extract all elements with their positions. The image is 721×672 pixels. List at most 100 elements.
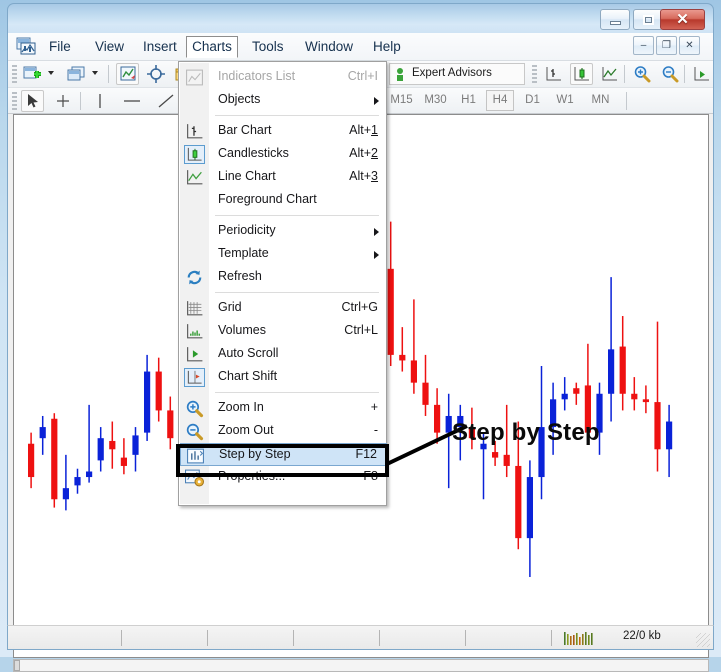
profiles-icon <box>67 65 86 83</box>
traffic-label: 22/0 kb <box>623 630 661 642</box>
line-chart-icon <box>184 168 205 187</box>
network-traffic-icon[interactable] <box>564 632 594 645</box>
menu-item-volumes[interactable]: VolumesCtrl+L <box>180 320 387 343</box>
timeframe-m30[interactable]: M30 <box>420 90 451 111</box>
mdi-close-button[interactable]: ✕ <box>679 36 700 55</box>
zoom-out-icon <box>661 65 679 83</box>
menu-item-periodicity[interactable]: Periodicity <box>180 220 387 243</box>
timeframe-w1[interactable]: W1 <box>552 90 578 111</box>
line-chart-button[interactable] <box>598 63 621 85</box>
menu-item-properties[interactable]: Properties...F8 <box>180 466 387 489</box>
menu-item-bar-chart[interactable]: Bar Chart Alt+1 <box>180 120 387 143</box>
mdi-minimize-button[interactable]: – <box>633 36 654 55</box>
menu-window[interactable]: Window <box>298 36 360 58</box>
bar-chart-button[interactable] <box>542 63 565 85</box>
menu-item-label: Template <box>218 246 269 260</box>
cursor-tool-button[interactable] <box>21 90 44 112</box>
menu-item-label: Bar Chart <box>218 123 272 137</box>
menu-item-label: Auto Scroll <box>218 346 278 360</box>
menu-tools[interactable]: Tools <box>245 36 291 58</box>
zoom-in-icon <box>184 399 205 418</box>
submenu-arrow-icon <box>374 251 379 259</box>
annotation-label: Step by Step <box>452 419 600 447</box>
menu-item-label: Zoom Out <box>218 423 274 437</box>
market-watch-button[interactable] <box>116 63 139 85</box>
application-window: ✕ File View Insert Charts Tools Window H… <box>0 0 721 657</box>
metatrader-app-icon <box>16 37 37 56</box>
new-chart-button[interactable] <box>21 63 44 85</box>
menu-charts[interactable]: Charts <box>186 36 238 58</box>
candlesticks-icon <box>184 145 205 164</box>
vertical-line-tool-button[interactable] <box>88 90 111 112</box>
charts-dropdown-menu: Indicators ListCtrl+IObjectsBar ChartAlt… <box>178 61 387 506</box>
auto-scroll-icon <box>693 66 711 82</box>
toolbar-grip-3[interactable] <box>12 92 17 111</box>
indicators-list-icon <box>184 68 205 87</box>
profiles-dropdown-arrow[interactable] <box>92 71 98 75</box>
new-chart-dropdown-arrow[interactable] <box>48 71 54 75</box>
profiles-button[interactable] <box>65 63 88 85</box>
horizontal-line-icon <box>121 92 143 110</box>
auto-scroll-button[interactable] <box>690 63 713 85</box>
menu-item-auto-scroll[interactable]: Auto Scroll <box>180 343 387 366</box>
horizontal-line-tool-button[interactable] <box>120 90 143 112</box>
window-minimize-button[interactable] <box>600 9 630 30</box>
menu-item-label: Periodicity <box>218 223 276 237</box>
submenu-arrow-icon <box>374 97 379 105</box>
menu-item-refresh[interactable]: Refresh <box>180 266 387 289</box>
menu-item-shortcut: Ctrl+I <box>348 69 378 83</box>
menu-item-zoom-out[interactable]: Zoom Out- <box>180 420 387 443</box>
menu-bar: File View Insert Charts Tools Window Hel… <box>8 33 713 61</box>
toolbar-grip[interactable] <box>12 65 17 84</box>
scrollbar-thumb[interactable] <box>14 660 20 671</box>
candlesticks-button[interactable] <box>570 63 593 85</box>
minimize-icon <box>601 10 629 29</box>
menu-view[interactable]: View <box>88 36 131 58</box>
mdi-restore-button[interactable]: ❐ <box>656 36 677 55</box>
menu-item-objects[interactable]: Objects <box>180 89 387 112</box>
toolbar-separator-5 <box>626 92 627 110</box>
menu-item-zoom-in[interactable]: Zoom In+ <box>180 397 387 420</box>
menu-item-shortcut: + <box>371 400 378 414</box>
timeframe-h4[interactable]: H4 <box>486 90 514 111</box>
menu-item-template[interactable]: Template <box>180 243 387 266</box>
zoom-out-button[interactable] <box>658 63 681 85</box>
toolbar-separator-4 <box>80 92 81 110</box>
trendline-tool-button[interactable] <box>154 90 177 112</box>
menu-file[interactable]: File <box>42 36 78 58</box>
new-chart-icon <box>23 65 42 83</box>
menu-insert[interactable]: Insert <box>136 36 184 58</box>
crosshair-tool-button[interactable] <box>51 90 74 112</box>
toolbar-grip-2[interactable] <box>532 65 537 84</box>
menu-item-shortcut: Alt+3 <box>349 169 378 183</box>
chart-shift-icon <box>184 368 205 387</box>
zoom-in-button[interactable] <box>630 63 653 85</box>
window-maximize-button[interactable] <box>633 9 663 30</box>
close-icon: ✕ <box>661 10 704 29</box>
candlesticks-icon <box>573 66 591 82</box>
menu-help[interactable]: Help <box>366 36 408 58</box>
timeframe-m15[interactable]: M15 <box>386 90 417 111</box>
menu-item-shortcut: Alt+2 <box>349 146 378 160</box>
timeframe-d1[interactable]: D1 <box>520 90 545 111</box>
zoom-out-icon <box>184 422 205 441</box>
crosshair-button[interactable] <box>144 63 167 85</box>
menu-item-grid[interactable]: GridCtrl+G <box>180 297 387 320</box>
menu-item-candlesticks[interactable]: CandlesticksAlt+2 <box>180 143 387 166</box>
status-separator <box>551 630 552 646</box>
auto-scroll-icon <box>184 345 205 364</box>
chart-horizontal-scrollbar[interactable] <box>13 659 709 672</box>
menu-item-foreground-chart[interactable]: Foreground Chart <box>180 189 387 212</box>
timeframe-h1[interactable]: H1 <box>456 90 481 111</box>
menu-item-shortcut: Alt+1 <box>349 123 378 137</box>
menu-item-line-chart[interactable]: Line ChartAlt+3 <box>180 166 387 189</box>
menu-item-step-by-step[interactable]: Step by StepF12 <box>180 443 387 466</box>
market-watch-icon <box>119 66 137 82</box>
resize-grip-icon[interactable] <box>696 633 710 647</box>
timeframe-mn[interactable]: MN <box>586 90 615 111</box>
menu-separator <box>215 115 379 116</box>
window-close-button[interactable]: ✕ <box>660 9 705 30</box>
expert-advisors-toolbar-box[interactable]: Expert Advisors <box>389 63 525 85</box>
menu-separator <box>215 392 379 393</box>
menu-item-chart-shift[interactable]: Chart Shift <box>180 366 387 389</box>
